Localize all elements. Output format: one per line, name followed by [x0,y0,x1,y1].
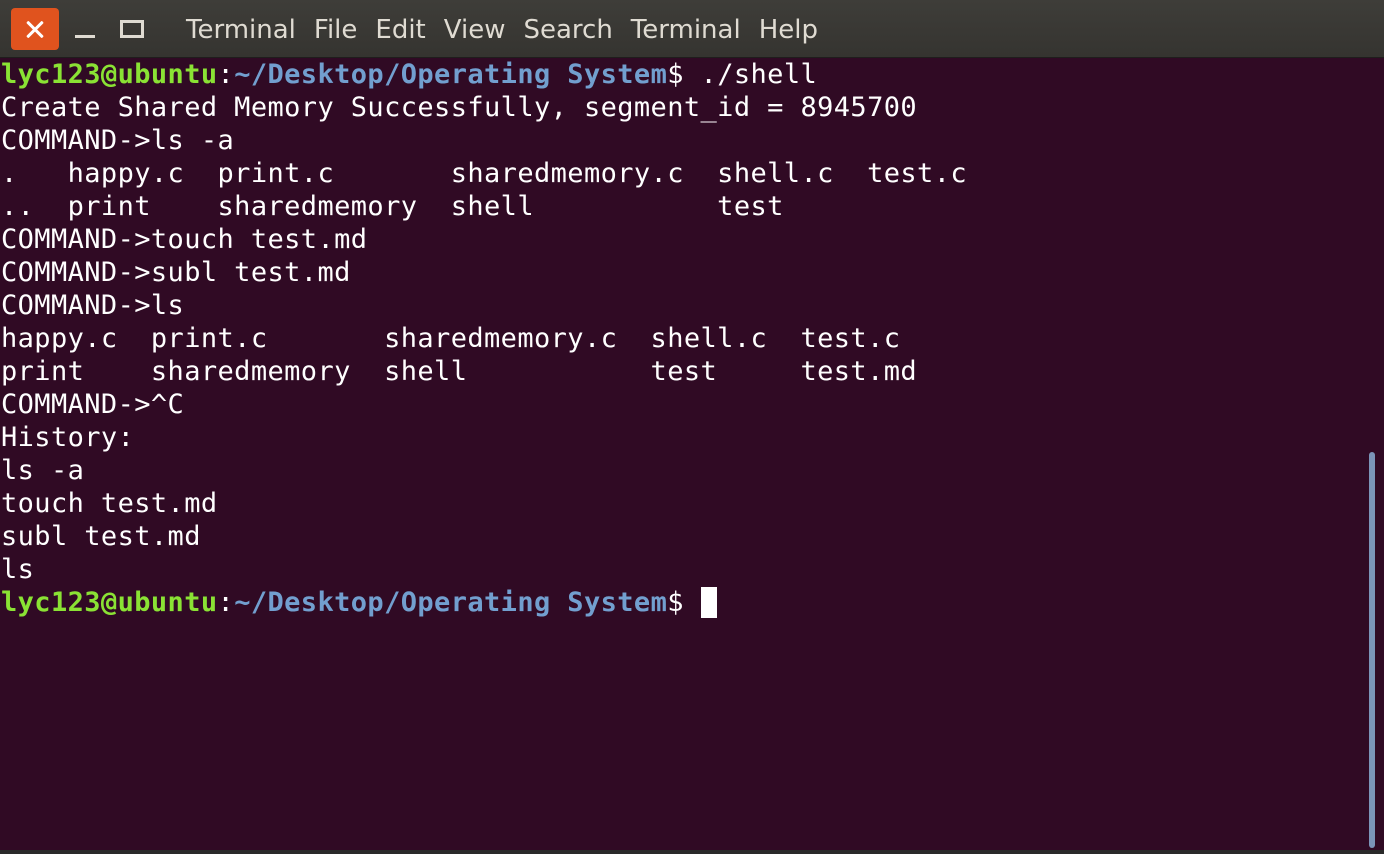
prompt-dollar: $ [667,59,701,90]
menu-item-search[interactable]: Search [523,13,612,47]
prompt-path: ~/Desktop/Operating System [234,587,668,618]
menu-item-edit[interactable]: Edit [375,13,425,47]
text-cursor [700,587,717,618]
menu-item-terminal-app[interactable]: Terminal [186,13,296,47]
minimize-icon[interactable] [64,8,106,50]
output-line: COMMAND->ls [1,290,185,321]
output-line: ls -a [1,455,85,486]
prompt-dollar: $ [667,587,701,618]
menu-bar: Terminal File Edit View Search Terminal … [186,13,836,47]
title-menu-bar: Terminal File Edit View Search Terminal … [0,0,1384,58]
output-line: subl test.md [1,521,201,552]
prompt-path: ~/Desktop/Operating System [234,59,668,90]
output-line: COMMAND->ls -a [1,125,235,156]
prompt-line: lyc123@ubuntu:~/Desktop/Operating System… [1,58,1368,91]
output-line: .. print sharedmemory shell test [1,191,784,222]
terminal-output[interactable]: lyc123@ubuntu:~/Desktop/Operating System… [0,58,1368,850]
menu-item-help[interactable]: Help [759,13,818,47]
output-line: COMMAND->subl test.md [1,257,351,288]
menu-item-file[interactable]: File [314,13,358,47]
terminal-window: Terminal File Edit View Search Terminal … [0,0,1384,854]
output-line: print sharedmemory shell test test.md [1,356,918,387]
output-line: . happy.c print.c sharedmemory.c shell.c… [1,158,968,189]
prompt-user-host: lyc123@ubuntu [1,587,218,618]
menu-item-terminal[interactable]: Terminal [631,13,741,47]
prompt-user-host: lyc123@ubuntu [1,59,218,90]
output-line: COMMAND->^C [1,389,185,420]
output-line: Create Shared Memory Successfully, segme… [1,92,918,123]
prompt-colon: : [217,587,235,618]
output-line: COMMAND->touch test.md [1,224,368,255]
maximize-icon[interactable] [110,8,154,50]
prompt-line-current: lyc123@ubuntu:~/Desktop/Operating System… [1,586,1368,619]
prompt-colon: : [217,59,235,90]
close-icon[interactable] [11,8,59,50]
scrollbar[interactable] [1368,58,1384,850]
output-line: ls [1,554,35,585]
window-bottom-border [0,850,1384,854]
scrollbar-thumb[interactable] [1369,452,1375,848]
output-line: History: [1,422,135,453]
output-line: touch test.md [1,488,218,519]
command-text: ./shell [700,59,818,90]
menu-item-view[interactable]: View [444,13,506,47]
output-line: happy.c print.c sharedmemory.c shell.c t… [1,323,901,354]
